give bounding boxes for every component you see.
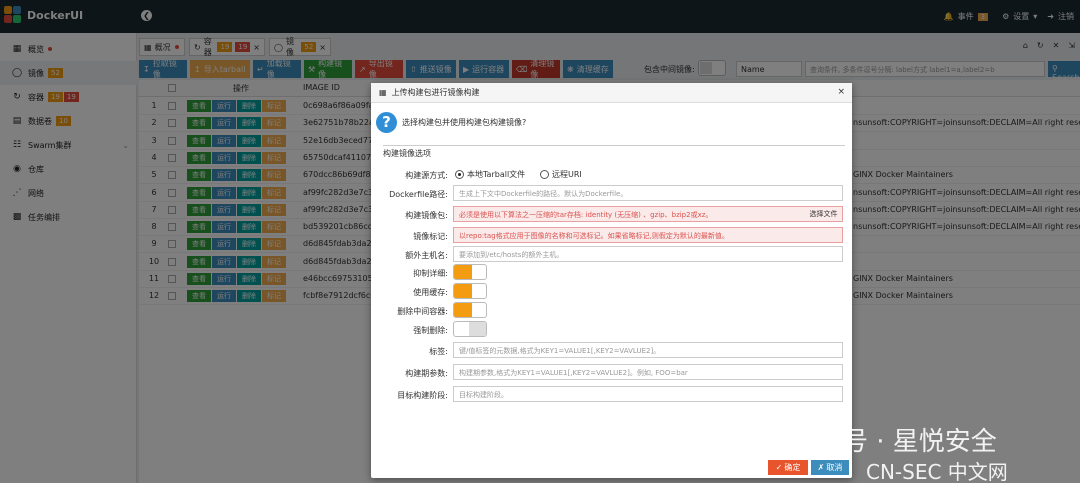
dialog-question: 选择构建包并使用构建包构建镜像? [402,118,527,127]
tag-input[interactable]: 以repo:tag格式应用于图像的名称和可选标记。如果省略标记,则假定为默认的最… [453,227,843,243]
buildargs-input[interactable]: 构建期参数,格式为KEY1=VALUE1[,KEY2=VAVLUE2]。例如, … [453,364,843,380]
package-input[interactable]: 必须是使用以下算法之一压缩的tar存档: identity (无压缩) 、gzi… [453,206,843,222]
tag-label: 镜像标记: [413,232,448,241]
force-remove-toggle[interactable] [453,321,487,337]
use-cache-toggle[interactable] [453,283,487,299]
dialog-title: 上传构建包进行镜像构建 [391,88,480,97]
watermark-cnsec: CN-SEC 中文网 [866,460,1008,483]
dialog-header: ▦ 上传构建包进行镜像构建 × [371,83,852,103]
ok-button[interactable]: ✓ 确定 [768,460,808,475]
remove-intermediate-toggle[interactable] [453,302,487,318]
cancel-button[interactable]: ✗ 取消 [811,460,849,475]
radio-remote-uri[interactable]: 远程URI [540,169,582,180]
question-icon: ? [376,112,397,133]
suppress-verbose-toggle[interactable] [453,264,487,280]
package-label: 构建镜像包: [405,211,448,220]
source-label: 构建源方式: [405,171,448,180]
hosts-input[interactable]: 要添加到/etc/hosts的额外主机。 [453,246,843,262]
close-icon[interactable]: × [837,87,845,97]
rm-label: 删除中间容器: [397,307,448,316]
build-image-dialog: ▦ 上传构建包进行镜像构建 × ? 选择构建包并使用构建包构建镜像? 构建镜像选… [371,83,852,478]
dialog-footer: ✓ 确定 ✗ 取消 [371,458,852,478]
buildargs-label: 构建期参数: [405,369,448,378]
labels-input[interactable]: 键/值标签的元数据,格式为KEY1=VALUE1[,KEY2=VAVLUE2]。 [453,342,843,358]
target-label: 目标构建阶段: [397,391,448,400]
choose-file-button[interactable]: 选择文件 [805,207,842,221]
target-input[interactable]: 目标构建阶段。 [453,386,843,402]
suppress-label: 抑制详细: [413,269,448,278]
hosts-label: 额外主机名: [405,251,448,260]
dockerfile-input[interactable]: 生成上下文中Dockerfile的路径。默认为Dockerfile。 [453,185,843,201]
windows-icon: ▦ [379,88,387,97]
dockerfile-label: Dockerfile路径: [389,190,448,199]
radio-tarball[interactable]: 本地Tarball文件 [455,169,525,180]
cancel-icon: ✗ [817,463,825,472]
cache-label: 使用缓存: [413,288,448,297]
labels-label: 标签: [429,347,448,356]
check-icon: ✓ [775,463,783,472]
wechat-icon [752,424,782,448]
options-legend: 构建镜像选项 [383,148,435,159]
forcerm-label: 强制删除: [413,326,448,335]
watermark-wechat: 公众号 · 星悦安全 [790,427,997,457]
